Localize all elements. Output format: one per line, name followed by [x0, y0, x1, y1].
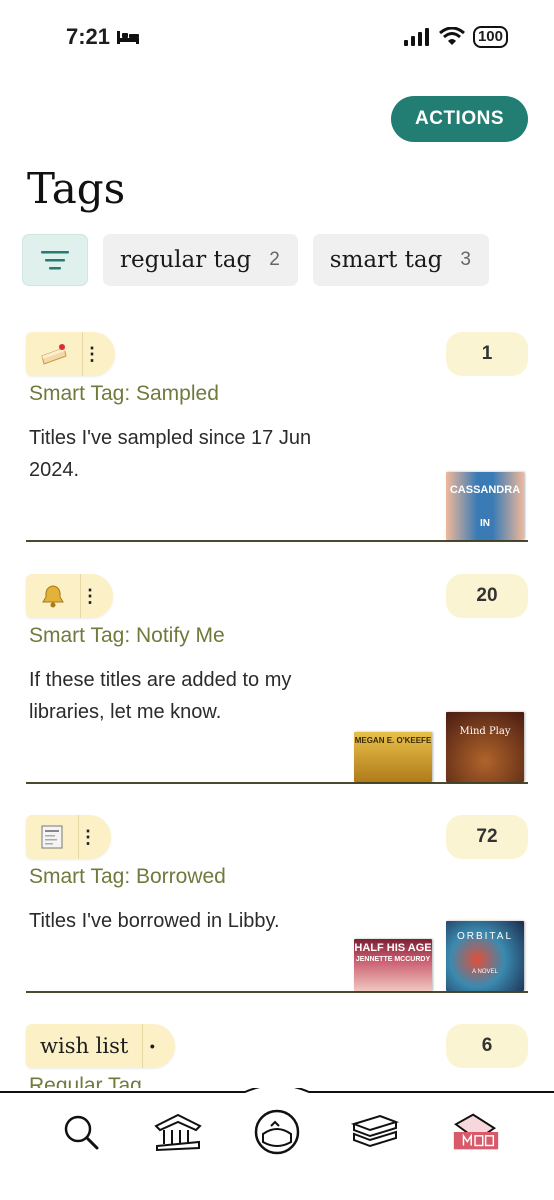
tags-icon: [453, 1113, 499, 1150]
shelf-icon: [350, 1114, 400, 1148]
timeline-icon: [254, 1109, 300, 1155]
cellular-signal-icon: [403, 28, 429, 46]
battery-indicator: 100: [472, 26, 508, 48]
book-cover[interactable]: MEGAN E. O'KEEFE: [354, 732, 432, 782]
tag-count[interactable]: 6: [446, 1024, 528, 1068]
wifi-icon: [439, 27, 465, 45]
book-covers: CASSANDRA IN: [446, 472, 524, 540]
cover-title: ORBITAL: [456, 931, 514, 942]
search-icon: [64, 1115, 99, 1150]
clock: 7:21: [66, 24, 111, 49]
tag-count[interactable]: 1: [446, 332, 528, 376]
tag-description: Titles I've borrowed in Libby.: [29, 910, 280, 932]
book-cover[interactable]: ORBITAL A NOVEL: [446, 921, 524, 991]
bottom-nav: [0, 1088, 554, 1200]
book-cover[interactable]: Mind Play: [446, 712, 524, 782]
tag-pill[interactable]: ⋮: [26, 574, 113, 618]
receipt-icon: [26, 815, 79, 859]
book-covers: HALF HIS AGE JENNETTE MCCURDY ORBITAL A …: [354, 921, 524, 991]
cover-title: Mind Play: [459, 726, 511, 737]
sleep-bed-icon: [117, 31, 140, 44]
cover-title: CASSANDRA: [449, 484, 521, 496]
cover-title: HALF HIS AGE: [354, 942, 432, 954]
chip-smart-tag[interactable]: smart tag 3: [312, 234, 489, 286]
page-title: Tags: [27, 164, 126, 213]
filter-row: regular tag 2 smart tag 3: [22, 234, 489, 286]
book-cover[interactable]: CASSANDRA IN: [446, 472, 524, 540]
cover-subtitle: A NOVEL: [472, 969, 498, 975]
filter-button[interactable]: [22, 234, 88, 286]
status-indicators: 100: [403, 26, 508, 48]
tag-type: Smart Tag: Borrowed: [29, 865, 226, 888]
tag-type: Smart Tag: Sampled: [29, 382, 219, 405]
nav-shelf[interactable]: [349, 1106, 401, 1158]
nav-library[interactable]: [152, 1106, 204, 1158]
status-bar: 7:21 100: [0, 0, 554, 80]
tag-description: If these titles are added to my librarie…: [29, 669, 292, 723]
nav-tags[interactable]: [450, 1106, 502, 1158]
tag-type: Smart Tag: Notify Me: [29, 624, 225, 647]
chip-regular-tag[interactable]: regular tag 2: [103, 234, 298, 286]
filter-lines-icon: [41, 251, 69, 270]
actions-button[interactable]: ACTIONS: [391, 96, 528, 142]
tag-count[interactable]: 20: [446, 574, 528, 618]
cake-icon: [26, 332, 83, 376]
tag-count[interactable]: 72: [446, 815, 528, 859]
cover-subtitle: IN: [480, 518, 490, 529]
nav-search[interactable]: [55, 1106, 107, 1158]
book-cover[interactable]: HALF HIS AGE JENNETTE MCCURDY: [354, 939, 432, 991]
tag-menu-button[interactable]: •: [143, 1039, 161, 1053]
chip-count: 2: [269, 249, 280, 270]
tag-card-borrowed[interactable]: ⋮ 72 Smart Tag: Borrowed Titles I've bor…: [26, 815, 528, 993]
tag-menu-button[interactable]: ⋮: [83, 345, 101, 363]
bell-icon: [26, 574, 81, 618]
chip-count: 3: [460, 249, 471, 270]
tag-menu-button[interactable]: ⋮: [81, 587, 99, 605]
tag-pill[interactable]: ⋮: [26, 332, 115, 376]
tag-pill[interactable]: wish list •: [26, 1024, 176, 1068]
nav-timeline[interactable]: [251, 1106, 303, 1158]
nav-divider: [0, 1088, 554, 1093]
cover-subtitle: JENNETTE MCCURDY: [355, 956, 431, 963]
tag-description: Titles I've sampled since 17 Jun 2024.: [29, 427, 312, 481]
tag-pill[interactable]: ⋮: [26, 815, 111, 859]
cover-title: MEGAN E. O'KEEFE: [354, 736, 432, 745]
library-icon: [154, 1113, 202, 1152]
book-covers: MEGAN E. O'KEEFE Mind Play: [354, 712, 524, 782]
tag-card-notify-me[interactable]: ⋮ 20 Smart Tag: Notify Me If these title…: [26, 574, 528, 784]
tag-menu-button[interactable]: ⋮: [79, 828, 97, 846]
chip-label: regular tag: [120, 247, 252, 273]
tag-name: wish list: [26, 1024, 144, 1068]
status-time: 7:21: [66, 24, 140, 50]
chip-label: smart tag: [329, 247, 443, 273]
tag-card-sampled[interactable]: ⋮ 1 Smart Tag: Sampled Titles I've sampl…: [26, 332, 528, 542]
